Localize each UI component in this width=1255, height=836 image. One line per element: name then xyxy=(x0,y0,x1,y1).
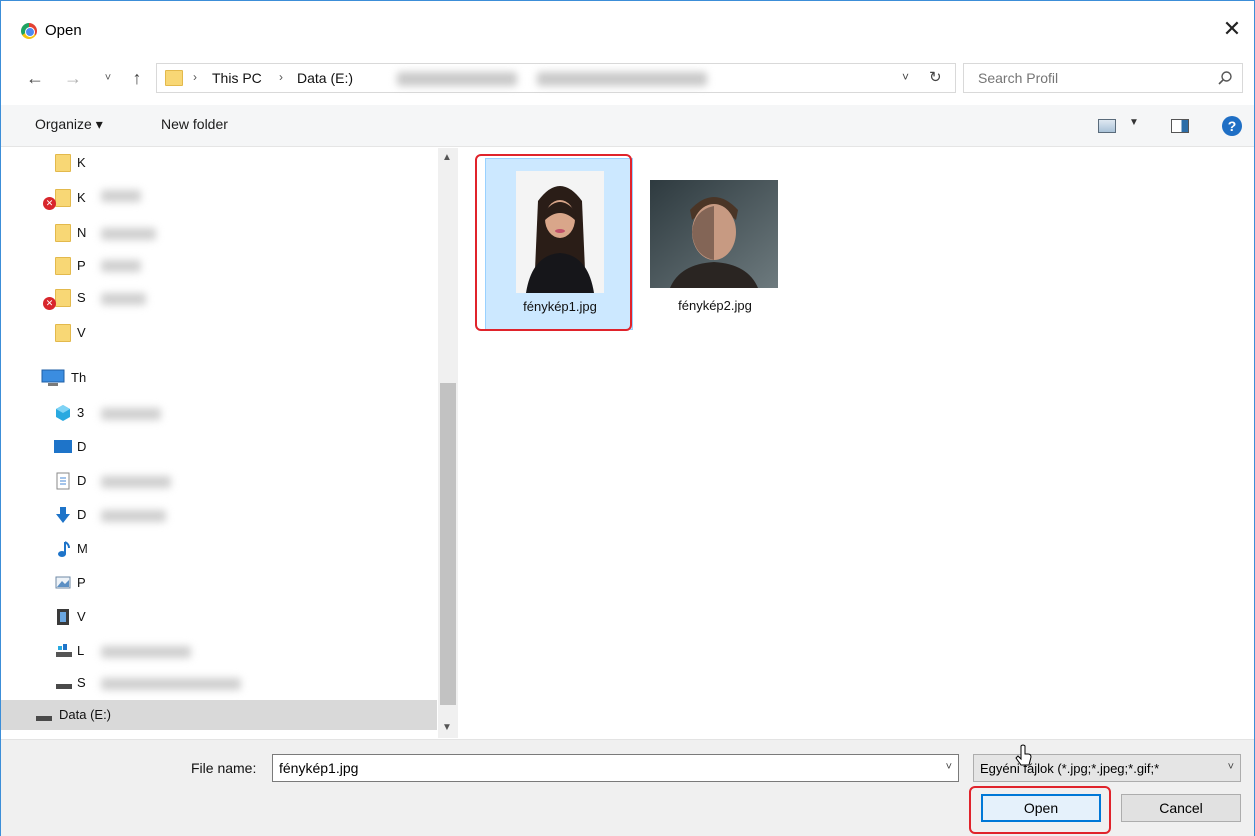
sidebar-item-label: M xyxy=(77,541,88,556)
videos-icon xyxy=(57,609,69,625)
sidebar-item-label: N xyxy=(77,225,87,240)
blurred-label xyxy=(101,510,166,522)
chrome-icon xyxy=(21,23,37,39)
sidebar-item-label: P xyxy=(77,258,86,273)
blurred-label xyxy=(101,476,171,488)
desktop-icon xyxy=(54,440,72,453)
blurred-label xyxy=(101,293,146,305)
scroll-up-icon[interactable]: ▲ xyxy=(442,152,452,163)
folder-icon xyxy=(55,154,71,172)
new-folder-button[interactable]: New folder xyxy=(161,116,228,132)
chevron-down-icon[interactable]: ˅ xyxy=(946,761,952,773)
mouse-pointer-icon xyxy=(1015,744,1032,766)
scroll-down-icon[interactable]: ▼ xyxy=(442,722,452,733)
sidebar-item-label: D xyxy=(77,473,87,488)
blurred-label xyxy=(101,678,241,690)
breadcrumb-separator: › xyxy=(279,70,283,84)
documents-icon xyxy=(56,472,70,490)
sidebar-item-label: V xyxy=(77,325,86,340)
sidebar-item-data-drive[interactable]: Data (E:) xyxy=(1,700,437,730)
sidebar-item-label: 3 xyxy=(77,405,85,420)
view-options-dropdown[interactable]: ▼ xyxy=(1129,117,1139,128)
organize-button[interactable]: Organize ▾ xyxy=(35,116,103,133)
error-icon: ✕ xyxy=(43,297,56,310)
navigation-scrollbar[interactable]: ▲ ▼ xyxy=(438,148,458,738)
file-name-label: File name: xyxy=(191,760,257,776)
sidebar-item-label: L xyxy=(77,643,85,658)
error-icon: ✕ xyxy=(43,197,56,210)
blurred-label xyxy=(101,228,156,240)
folder-icon xyxy=(55,257,71,275)
open-button[interactable]: Open xyxy=(981,794,1101,822)
file-name-input[interactable] xyxy=(273,755,933,781)
file-name-label: fénykép1.jpg xyxy=(523,299,597,314)
cancel-button[interactable]: Cancel xyxy=(1121,794,1241,822)
folder-icon xyxy=(165,70,183,86)
preview-pane-icon[interactable] xyxy=(1171,119,1189,133)
breadcrumb-data-drive[interactable]: Data (E:) xyxy=(297,70,353,86)
sidebar-item-label: Data (E:) xyxy=(59,707,112,722)
pictures-icon xyxy=(55,576,71,589)
man-portrait-thumbnail xyxy=(650,180,778,288)
address-dropdown-button[interactable]: ˅ xyxy=(902,70,909,84)
file-list: fénykép1.jpg fénykép2.jpg xyxy=(459,148,1254,738)
sidebar-item-label: Th xyxy=(71,370,87,385)
change-view-icon[interactable] xyxy=(1098,119,1116,133)
command-bar: Organize ▾ New folder ▼ ? xyxy=(1,105,1254,147)
sidebar-item-label: V xyxy=(77,609,86,624)
blurred-breadcrumb xyxy=(537,72,707,86)
sidebar-item-label: D xyxy=(77,439,87,454)
sidebar-item-label: K xyxy=(77,190,86,205)
recent-locations-button[interactable]: ˅ xyxy=(99,65,117,91)
woman-portrait-thumbnail xyxy=(516,171,604,293)
sidebar-item-label: P xyxy=(77,575,86,590)
breadcrumb-this-pc[interactable]: This PC xyxy=(212,70,262,86)
folder-icon xyxy=(55,224,71,242)
breadcrumb-separator: › xyxy=(193,70,197,84)
folder-icon xyxy=(55,189,71,207)
address-bar[interactable]: › This PC › Data (E:) ˅ ↻ xyxy=(156,63,956,93)
help-icon[interactable]: ? xyxy=(1222,116,1242,136)
this-pc-icon xyxy=(41,369,65,386)
blurred-label xyxy=(101,190,141,202)
dialog-title: Open xyxy=(45,22,82,39)
close-button[interactable]: ✕ xyxy=(1218,15,1246,43)
blurred-breadcrumb xyxy=(397,72,517,86)
up-button[interactable]: ↑ xyxy=(125,65,149,91)
file-name-combobox[interactable]: ˅ xyxy=(272,754,959,782)
file-selection-bar: File name: ˅ Egyéni fájlok (*.jpg;*.jpeg… xyxy=(1,739,1254,836)
back-button[interactable]: ← xyxy=(23,65,47,91)
3d-objects-icon xyxy=(56,405,70,421)
open-file-dialog: Open ✕ ← → ˅ ↑ › This PC › Data (E:) ˅ ↻ xyxy=(0,0,1255,836)
drive-icon xyxy=(56,684,72,689)
folder-icon xyxy=(55,289,71,307)
music-icon xyxy=(58,541,70,557)
chevron-down-icon[interactable]: ˅ xyxy=(1228,761,1234,773)
scrollbar-thumb[interactable] xyxy=(440,383,456,705)
file-tile-photo1[interactable]: fénykép1.jpg xyxy=(485,158,633,330)
blurred-label xyxy=(101,408,161,420)
folder-icon xyxy=(55,324,71,342)
downloads-icon xyxy=(56,507,70,523)
network-drive-icon xyxy=(56,644,72,657)
search-box[interactable] xyxy=(963,63,1243,93)
sidebar-item-label: K xyxy=(77,155,86,170)
search-input[interactable] xyxy=(964,64,1204,92)
sidebar-item-label: S xyxy=(77,290,86,305)
forward-button[interactable]: → xyxy=(61,65,85,91)
drive-icon xyxy=(36,716,52,721)
search-icon[interactable] xyxy=(1216,69,1234,87)
file-tile-photo2[interactable]: fénykép2.jpg xyxy=(641,158,789,330)
refresh-button[interactable]: ↻ xyxy=(929,68,942,86)
sidebar-item-label: S xyxy=(77,675,86,690)
navigation-bar: ← → ˅ ↑ › This PC › Data (E:) ˅ ↻ xyxy=(1,59,1254,99)
blurred-label xyxy=(101,260,141,272)
title-bar: Open ✕ xyxy=(1,1,1254,51)
navigation-pane: K ✕ K N P ✕ S V Th 3 D D D M P V L S Dat… xyxy=(1,148,458,738)
file-name-label: fénykép2.jpg xyxy=(678,298,752,313)
blurred-label xyxy=(101,646,191,658)
sidebar-item-label: D xyxy=(77,507,87,522)
